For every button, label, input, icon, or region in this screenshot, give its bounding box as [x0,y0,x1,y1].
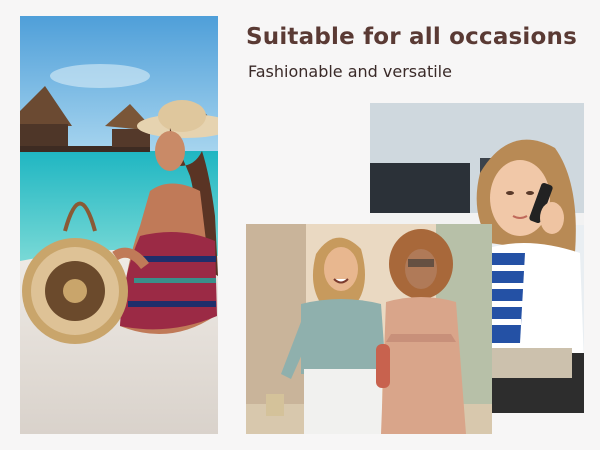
subline: Fashionable and versatile [248,62,452,81]
friends-walking-photo [246,224,492,434]
headline: Suitable for all occasions [246,24,577,50]
beach-photo [20,16,218,434]
